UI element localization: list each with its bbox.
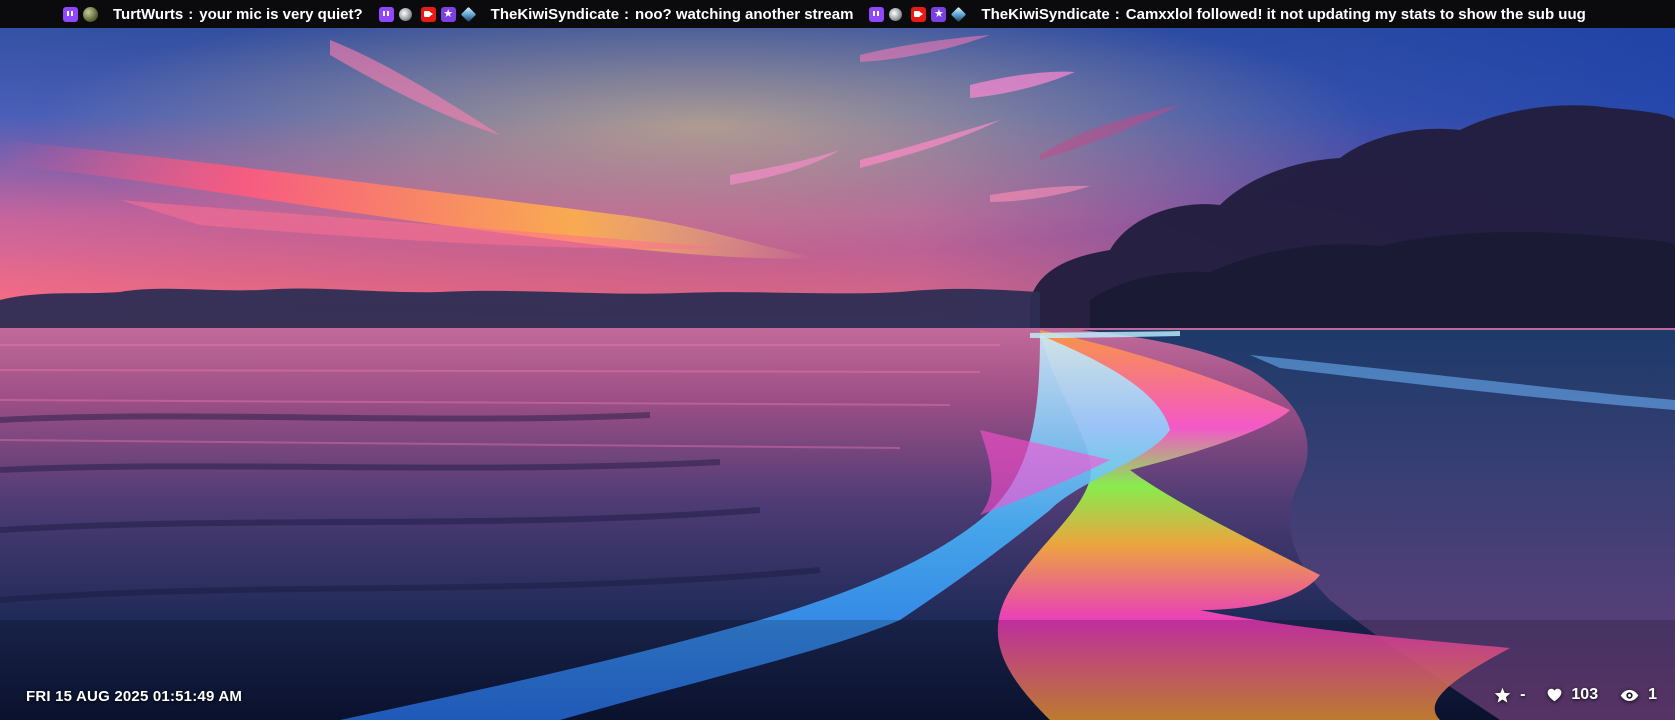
viewers-stat: 1 [1620, 686, 1657, 704]
background-scene [0, 0, 1675, 720]
chat-message: ★ TheKiwiSyndicate : Camxxlol followed! … [869, 5, 1586, 23]
star-icon: ★ [931, 6, 947, 22]
twitch-icon [869, 6, 885, 22]
orb-icon [83, 6, 98, 22]
datetime-display: FRI 15 AUG 2025 01:51:49 AM [26, 688, 243, 705]
star-icon [1494, 687, 1511, 703]
chat-message: ★ TheKiwiSyndicate : noo? watching anoth… [378, 5, 854, 23]
video-icon [911, 6, 927, 22]
gem-icon [460, 6, 476, 22]
chat-username[interactable]: TheKiwiSyndicate [491, 6, 619, 23]
likes-stat: 103 [1547, 686, 1598, 704]
video-icon [420, 6, 436, 22]
star-stat: - [1494, 686, 1525, 704]
chat-ticker: TurtWurts : your mic is very quiet? ★ Th… [0, 0, 1675, 28]
chat-separator: : [624, 5, 630, 23]
sunset-beach-image [0, 0, 1675, 720]
twitch-icon [378, 6, 394, 22]
kiwi-icon [398, 7, 412, 21]
gem-icon [951, 6, 967, 22]
chat-separator: : [1114, 5, 1120, 23]
chat-username[interactable]: TurtWurts [113, 6, 183, 23]
star-value: - [1520, 686, 1526, 703]
chat-text: noo? watching another stream [635, 5, 854, 23]
star-icon: ★ [440, 6, 456, 22]
chat-separator: : [188, 5, 194, 23]
kiwi-icon [889, 7, 903, 21]
chat-text: Camxxlol followed! it not updating my st… [1125, 5, 1586, 23]
stream-stats: - 103 1 [1472, 686, 1657, 704]
eye-icon [1620, 689, 1639, 701]
viewer-count: 1 [1648, 686, 1657, 703]
twitch-icon [63, 6, 78, 22]
likes-count: 103 [1571, 686, 1599, 703]
heart-icon [1548, 688, 1562, 702]
chat-username[interactable]: TheKiwiSyndicate [981, 6, 1109, 23]
chat-message: TurtWurts : your mic is very quiet? [63, 6, 363, 23]
chat-text: your mic is very quiet? [199, 5, 363, 23]
